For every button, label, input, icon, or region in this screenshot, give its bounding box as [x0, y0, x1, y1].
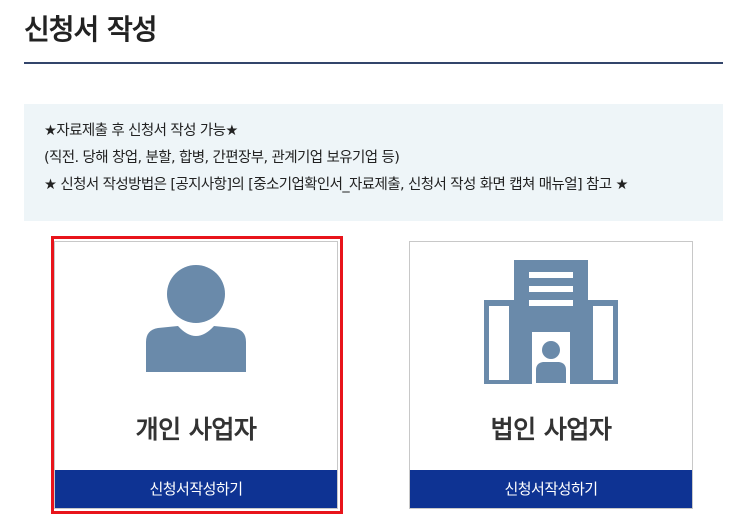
page-title: 신청서 작성	[24, 13, 158, 46]
individual-write-application-button[interactable]: 신청서작성하기	[55, 470, 337, 508]
notice-line-1: ★자료제출 후 신청서 작성 가능★	[44, 123, 238, 139]
title-divider	[24, 62, 723, 64]
notice-line-3: ★ 신청서 작성방법은 [공지사항]의 [중소기업확인서_자료제출, 신청서 작…	[44, 177, 629, 193]
corporate-business-card[interactable]: 법인 사업자 신청서작성하기	[409, 241, 693, 509]
corporate-business-label: 법인 사업자	[490, 415, 612, 444]
corporate-write-application-button[interactable]: 신청서작성하기	[410, 470, 692, 508]
individual-business-card[interactable]: 개인 사업자 신청서작성하기	[54, 241, 338, 509]
notice-line-2: (직전. 당해 창업, 분할, 합병, 간편장부, 관계기업 보유기업 등)	[44, 150, 400, 166]
individual-business-label: 개인 사업자	[135, 415, 257, 444]
notice-box: ★자료제출 후 신청서 작성 가능★ (직전. 당해 창업, 분할, 합병, 간…	[24, 104, 723, 221]
